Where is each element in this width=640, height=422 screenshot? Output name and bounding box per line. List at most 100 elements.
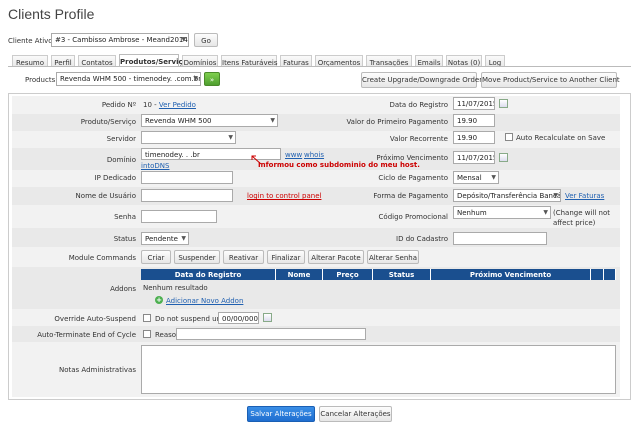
add-addon-link[interactable]: Adicionar Novo Addon — [166, 297, 243, 305]
auto-recalculate-checkbox[interactable] — [505, 133, 513, 141]
annotation-text: Informou como subdominio do meu host. — [258, 161, 420, 169]
tab-6[interactable]: Faturas — [280, 55, 312, 67]
calendar-icon[interactable] — [499, 99, 508, 108]
calendar-icon[interactable] — [499, 153, 508, 162]
addons-col-next-due[interactable]: Próximo Vencimento — [431, 269, 591, 280]
product-select[interactable]: Revenda WHM 500 ▼ — [141, 114, 278, 127]
product-select-value: Revenda WHM 500 — [145, 117, 212, 125]
products-select[interactable]: Revenda WHM 500 - timenodey. .com.br ▼ — [56, 72, 201, 86]
product-label: Produto/Serviço — [80, 118, 136, 126]
order-value: 10 — [143, 101, 152, 109]
addons-table-header: Data do Registro Nome Preço Status Próxi… — [141, 269, 616, 280]
status-select[interactable]: Pendente ▼ — [141, 232, 189, 245]
override-suspend-label: Override Auto-Suspend — [54, 315, 136, 323]
order-number: 10 - Ver Pedido — [143, 101, 196, 109]
promo-code-select[interactable]: Nenhum ▼ — [453, 206, 551, 219]
move-product-button[interactable]: Move Product/Service to Another Client — [481, 72, 620, 88]
payment-method-select[interactable]: Depósito/Transferência Bancária ▼ — [453, 189, 561, 202]
promo-note: (Change will not affect price) — [553, 209, 611, 227]
first-payment-label: Valor do Primeiro Pagamento — [346, 118, 448, 126]
username-input[interactable] — [141, 189, 233, 202]
admin-notes-textarea[interactable] — [141, 345, 616, 394]
products-label: Products: — [25, 76, 58, 84]
chevron-down-icon: ▼ — [181, 235, 186, 242]
save-changes-button[interactable]: Salvar Alterações — [247, 406, 315, 422]
account-id-label: ID do Cadastro — [396, 235, 448, 243]
tab-1[interactable]: Perfil — [51, 55, 75, 67]
addons-col-date[interactable]: Data do Registro — [141, 269, 276, 280]
chevron-down-icon: ▼ — [181, 36, 186, 43]
tab-9[interactable]: Emails — [415, 55, 443, 67]
password-label: Senha — [114, 213, 136, 221]
auto-terminate-label: Auto-Terminate End of Cycle — [37, 331, 136, 339]
tab-8[interactable]: Transações — [366, 55, 412, 67]
view-invoices-link[interactable]: Ver Faturas — [565, 192, 604, 200]
server-label: Servidor — [106, 135, 136, 143]
billing-cycle-value: Mensal — [457, 174, 482, 182]
add-icon[interactable]: + — [155, 296, 163, 304]
suspend-button[interactable]: Suspender — [174, 250, 220, 264]
tab-4[interactable]: Domínios — [182, 55, 218, 67]
order-label: Pedido Nº — [101, 101, 136, 109]
addons-label: Addons — [110, 285, 136, 293]
tab-2[interactable]: Contatos — [78, 55, 116, 67]
recurring-amount-input[interactable]: 19.90 — [453, 131, 495, 144]
www-link[interactable]: www — [285, 151, 302, 159]
addons-col-status[interactable]: Status — [373, 269, 431, 280]
intodns-link[interactable]: intoDNS — [141, 162, 169, 170]
status-value: Pendente — [145, 235, 178, 243]
order-separator: - — [154, 101, 157, 109]
promo-code-label: Código Promocional — [378, 213, 448, 221]
billing-cycle-select[interactable]: Mensal ▼ — [453, 171, 499, 184]
cancel-changes-button[interactable]: Cancelar Alterações — [319, 406, 392, 422]
page-title: Clients Profile — [8, 6, 95, 22]
reactivate-button[interactable]: Reativar — [223, 250, 264, 264]
tab-11[interactable]: Log — [485, 55, 505, 67]
first-payment-input[interactable]: 19.90 — [453, 114, 495, 127]
login-control-panel-link[interactable]: login to control panel — [247, 192, 321, 200]
chevron-down-icon: ▼ — [553, 192, 558, 199]
chevron-down-icon: ▼ — [491, 174, 496, 181]
reason-input[interactable] — [176, 328, 366, 340]
change-password-button[interactable]: Alterar Senha — [367, 250, 419, 264]
auto-recalculate-label: Auto Recalculate on Save — [516, 134, 606, 142]
addons-col-price[interactable]: Preço — [323, 269, 373, 280]
tab-0[interactable]: Resumo — [12, 55, 48, 67]
client-go-button[interactable]: Go — [194, 33, 218, 47]
addons-col-edit — [591, 269, 604, 280]
suspend-until-input[interactable]: 00/00/0000 — [218, 312, 259, 324]
addons-col-name[interactable]: Nome — [276, 269, 323, 280]
whois-link[interactable]: whois — [304, 151, 324, 159]
username-label: Nome de Usuário — [75, 192, 136, 200]
calendar-icon[interactable] — [263, 313, 272, 322]
tab-7[interactable]: Orçamentos — [315, 55, 363, 67]
tab-10[interactable]: Notas (0) — [446, 55, 482, 67]
override-suspend-checkbox[interactable] — [143, 314, 151, 322]
create-button[interactable]: Criar — [141, 250, 171, 264]
next-due-label: Próximo Vencimento — [376, 154, 448, 162]
products-go-button[interactable]: » — [204, 72, 220, 86]
change-package-button[interactable]: Alterar Pacote — [308, 250, 364, 264]
client-select[interactable]: #3 - Cambisso Ambrose - Meand2014 Ltda ▼ — [51, 33, 189, 47]
view-order-link[interactable]: Ver Pedido — [159, 101, 196, 109]
auto-terminate-checkbox[interactable] — [143, 330, 151, 338]
payment-method-label: Forma de Pagamento — [373, 192, 448, 200]
domain-label: Domínio — [106, 156, 136, 164]
registration-date-label: Data do Registro — [389, 101, 448, 109]
account-id-input[interactable] — [453, 232, 547, 245]
dedicated-ip-input[interactable] — [141, 171, 233, 184]
registration-date-input[interactable]: 11/07/2015 — [453, 97, 495, 110]
upgrade-downgrade-button[interactable]: Create Upgrade/Downgrade Order — [361, 72, 482, 88]
password-input[interactable] — [141, 210, 217, 223]
billing-cycle-label: Ciclo de Pagamento — [378, 174, 448, 182]
addons-col-delete — [604, 269, 616, 280]
tab-5[interactable]: Itens Faturáveis — [221, 55, 278, 67]
client-select-label: Cliente Ativo: — [8, 37, 55, 45]
tab-divider — [8, 66, 631, 67]
server-select[interactable]: ▼ — [141, 131, 236, 144]
promo-code-value: Nenhum — [457, 209, 487, 217]
admin-notes-label: Notas Administrativas — [58, 366, 136, 374]
chevron-down-icon: ▼ — [270, 117, 275, 124]
next-due-input[interactable]: 11/07/2015 — [453, 151, 495, 164]
terminate-button[interactable]: Finalizar — [267, 250, 305, 264]
